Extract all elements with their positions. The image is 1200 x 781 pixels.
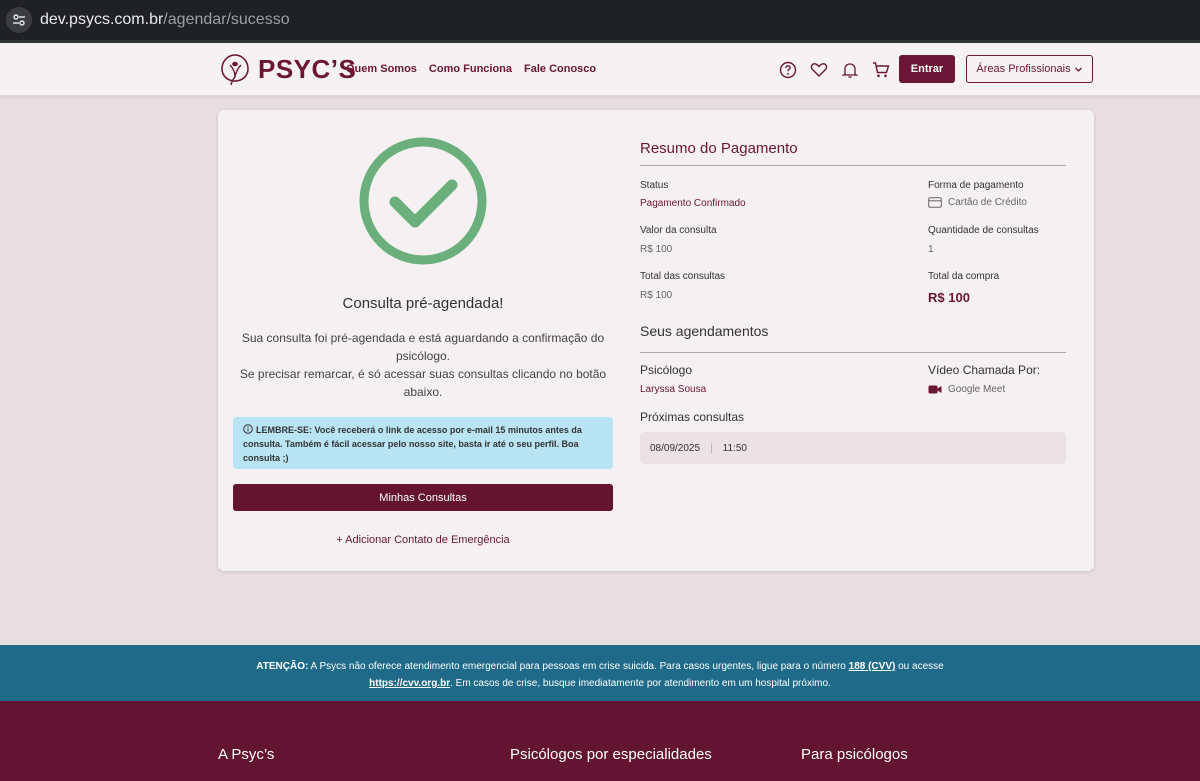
attention-banner: ATENÇÃO: A Psycs não oferece atendimento…	[0, 645, 1200, 701]
browser-url-bar: dev.psycs.com.br/agendar/sucesso	[0, 0, 1200, 43]
attention-line-2: https://cvv.org.br. Em casos de crise, b…	[0, 675, 1200, 692]
success-card: Consulta pré-agendada! Sua consulta foi …	[218, 110, 1094, 571]
cart-icon[interactable]	[871, 60, 890, 79]
brain-logo-icon	[221, 54, 249, 86]
psychologist-label: Psicólogo	[640, 363, 693, 377]
video-call-value: Google Meet	[948, 384, 1006, 395]
bell-icon[interactable]	[840, 60, 859, 79]
payment-method-value: Cartão de Crédito	[948, 197, 1027, 208]
video-camera-icon	[928, 385, 942, 394]
footer-col-specialties: Psicólogos por especialidades	[510, 746, 712, 763]
description-line-2: Se precisar remarcar, é só acessar suas …	[239, 367, 607, 399]
site-footer: A Psyc’s Psicólogos por especialidades P…	[0, 701, 1200, 781]
status-value: Pagamento Confirmado	[640, 198, 746, 209]
site-settings-icon[interactable]	[6, 7, 32, 33]
credit-card-icon	[928, 197, 942, 208]
url-path: /agendar/sucesso	[163, 11, 290, 28]
site-header: PSYC’S Quem Somos Como Funciona Fale Con…	[0, 43, 1200, 96]
attention-text-2: ou acesse	[895, 661, 944, 672]
video-call-platform: Google Meet	[928, 384, 1005, 395]
footer-col-psycs: A Psyc’s	[218, 746, 275, 763]
price-label: Valor da consulta	[640, 225, 717, 236]
areas-profissionais-dropdown[interactable]: Áreas Profissionais	[966, 55, 1093, 83]
psychologist-value: Laryssa Sousa	[640, 384, 707, 395]
appointments-divider	[640, 352, 1066, 353]
cvv-site-link[interactable]: https://cvv.org.br	[369, 678, 450, 689]
logo[interactable]: PSYC’S	[218, 51, 356, 87]
status-label: Status	[640, 180, 669, 191]
description-line-1: Sua consulta foi pré-agendada e está agu…	[241, 331, 605, 363]
next-appointments-label: Próximas consultas	[640, 410, 745, 424]
add-emergency-contact-link[interactable]: + Adicionar Contato de Emergência	[233, 534, 613, 546]
my-appointments-button[interactable]: Minhas Consultas	[233, 484, 613, 511]
success-description: Sua consulta foi pré-agendada e está agu…	[233, 329, 613, 401]
attention-label: ATENÇÃO:	[256, 661, 309, 672]
price-value: R$ 100	[640, 244, 673, 255]
login-button[interactable]: Entrar	[899, 55, 955, 83]
nav-como-funciona[interactable]: Como Funciona	[429, 63, 512, 75]
areas-label: Áreas Profissionais	[976, 63, 1071, 75]
appointment-date: 08/09/2025	[650, 442, 701, 454]
appointment-separator: |	[710, 442, 713, 454]
appointment-time: 11:50	[722, 442, 747, 454]
payment-method: Cartão de Crédito	[928, 197, 1027, 208]
payment-method-label: Forma de pagamento	[928, 180, 1024, 191]
quantity-label: Quantidade de consultas	[928, 225, 1039, 236]
main-nav: Quem Somos Como Funciona Fale Conosco	[346, 63, 596, 75]
summary-divider	[640, 165, 1066, 166]
attention-line-1: ATENÇÃO: A Psycs não oferece atendimento…	[0, 658, 1200, 675]
total-purchase-value: R$ 100	[928, 290, 970, 305]
total-consults-label: Total das consultas	[640, 271, 726, 282]
url-host: dev.psycs.com.br	[40, 11, 164, 28]
reminder-alert: LEMBRE-SE: Você receberá o link de acess…	[233, 417, 613, 469]
payment-summary-title: Resumo do Pagamento	[640, 140, 798, 157]
attention-text-1: A Psycs não oferece atendimento emergenc…	[308, 661, 849, 672]
attention-text-3: . Em casos de crise, busque imediatament…	[450, 678, 831, 689]
url-text[interactable]: dev.psycs.com.br/agendar/sucesso	[40, 11, 290, 29]
video-call-label: Vídeo Chamada Por:	[928, 363, 1041, 377]
heart-icon[interactable]	[809, 60, 828, 79]
appointments-title: Seus agendamentos	[640, 323, 769, 339]
total-purchase-label: Total da compra	[928, 271, 1000, 282]
success-title: Consulta pré-agendada!	[342, 295, 504, 312]
success-check-icon	[359, 137, 487, 265]
quantity-value: 1	[928, 244, 934, 255]
footer-col-for-psychologists: Para psicólogos	[801, 746, 908, 763]
cvv-phone-link[interactable]: 188 (CVV)	[849, 661, 896, 672]
nav-fale-conosco[interactable]: Fale Conosco	[524, 63, 596, 75]
help-icon[interactable]	[778, 60, 797, 79]
appointment-slot: 08/09/2025 | 11:50	[640, 432, 1066, 464]
nav-quem-somos[interactable]: Quem Somos	[346, 63, 417, 75]
logo-text: PSYC’S	[258, 53, 357, 84]
header-icons	[778, 60, 890, 79]
total-consults-value: R$ 100	[640, 290, 673, 301]
chevron-down-icon	[1074, 67, 1082, 72]
info-icon	[243, 424, 253, 434]
reminder-text: LEMBRE-SE: Você receberá o link de acess…	[243, 425, 582, 463]
